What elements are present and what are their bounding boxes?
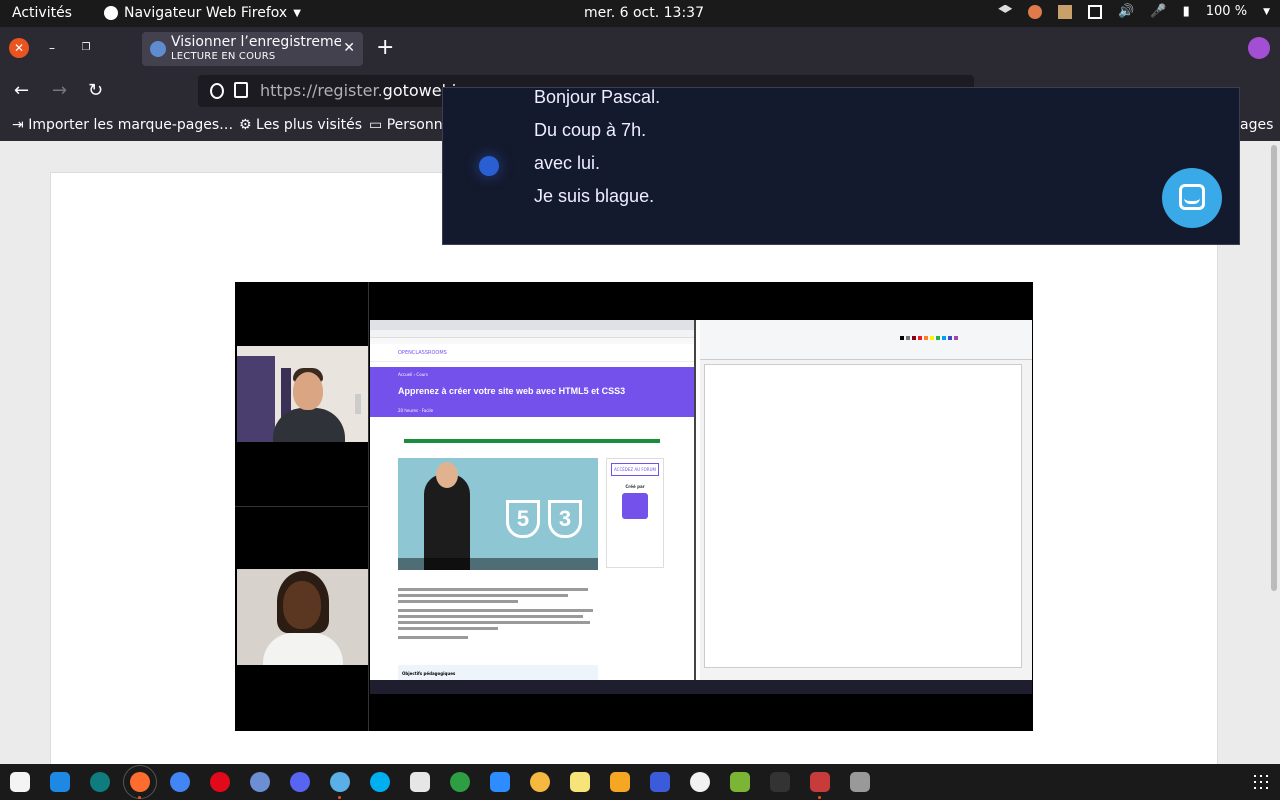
- yed-icon[interactable]: [450, 772, 470, 792]
- shared-screen: OPENCLASSROOMS Accueil › Cours Apprenez …: [370, 320, 1032, 694]
- webcam-attendee: [237, 569, 368, 665]
- speaker-dot-icon: [479, 156, 499, 176]
- battery-icon[interactable]: ▮: [1183, 4, 1190, 19]
- css3-badge: 3: [548, 500, 582, 538]
- close-tab-icon[interactable]: ✕: [343, 40, 355, 56]
- forum-button: ACCÉDEZ AU FORUM: [611, 463, 659, 476]
- paint-ribbon: [700, 320, 1032, 360]
- terminal-icon[interactable]: [770, 772, 790, 792]
- created-by: Créé par: [625, 484, 645, 489]
- scrollbar-thumb[interactable]: [1271, 145, 1277, 591]
- course-sidebar: ACCÉDEZ AU FORUM Créé par: [606, 458, 664, 568]
- bookmark-other[interactable]: ages: [1240, 117, 1273, 133]
- system-top-bar: Activités Navigateur Web Firefox ▼ mer. …: [0, 0, 1280, 27]
- course-progress: [404, 439, 660, 443]
- reload-button[interactable]: ↻: [88, 80, 103, 101]
- bookmark-personal[interactable]: ▭ Personn: [369, 117, 443, 133]
- transcript-line: Je suis blague.: [534, 186, 655, 206]
- tab-title: Visionner l’enregistrement: [171, 34, 341, 50]
- files-icon[interactable]: [10, 772, 30, 792]
- ubuntu-dock: [0, 764, 1280, 800]
- back-button[interactable]: ←: [14, 80, 29, 101]
- dropbox-icon[interactable]: [998, 4, 1013, 13]
- microphone-icon[interactable]: 🎤: [1150, 4, 1166, 19]
- transcript-line: Du coup à 7h.: [534, 120, 647, 140]
- course-hero: Accueil › Cours Apprenez à créer votre s…: [370, 367, 694, 417]
- vscode-icon[interactable]: [50, 772, 70, 792]
- chrome-icon[interactable]: [170, 772, 190, 792]
- html5-badge: 5: [506, 500, 540, 538]
- battery-level: 100 %: [1205, 4, 1248, 19]
- firefox-icon[interactable]: [123, 765, 157, 799]
- transcript-notification: Bonjour Pascal. Du coup à 7h. avec lui. …: [442, 87, 1240, 245]
- shield-icon[interactable]: [210, 83, 224, 99]
- activities-button[interactable]: Activités: [12, 5, 72, 21]
- chevron-down-icon[interactable]: ▼: [1263, 7, 1270, 17]
- page-scrollbar[interactable]: [1268, 141, 1280, 764]
- app-icon[interactable]: [530, 772, 550, 792]
- openclassrooms-logo: [622, 493, 648, 519]
- forward-button[interactable]: →: [52, 80, 67, 101]
- slack-icon[interactable]: [410, 772, 430, 792]
- game-icon[interactable]: [730, 772, 750, 792]
- opera-icon[interactable]: [210, 772, 230, 792]
- notes-icon[interactable]: [570, 772, 590, 792]
- show-apps-icon[interactable]: [1254, 775, 1268, 789]
- course-video: 5 3: [398, 458, 598, 570]
- tab-strip: ✕ – ❐ Visionner l’enregistrement LECTURE…: [0, 27, 1280, 71]
- chat-launcher-button[interactable]: [1162, 168, 1222, 228]
- screenshot-icon[interactable]: [650, 772, 670, 792]
- app-menu[interactable]: Navigateur Web Firefox ▼: [104, 5, 301, 21]
- volume-icon[interactable]: 🔊: [1118, 4, 1134, 19]
- chat-bubble-icon: [1179, 184, 1205, 210]
- url-text[interactable]: https://register.gotowebin: [260, 81, 466, 100]
- tab-subtitle: LECTURE EN COURS: [171, 51, 276, 62]
- course-title: Apprenez à créer votre site web avec HTM…: [398, 386, 626, 396]
- system-tray[interactable]: 🔊 🎤 ▮ 100 % ▼: [998, 4, 1270, 19]
- transcript-line: avec lui.: [534, 153, 601, 173]
- zoom-icon[interactable]: [490, 772, 510, 792]
- private-mask-icon[interactable]: [1248, 37, 1270, 59]
- openclassrooms-nav: OPENCLASSROOMS: [370, 344, 694, 362]
- paint-canvas: [704, 364, 1022, 668]
- paint-window: [700, 320, 1032, 680]
- course-description: [398, 588, 598, 642]
- maximize-window-button[interactable]: ❐: [76, 38, 96, 58]
- calculator-icon[interactable]: [610, 772, 630, 792]
- discord-icon[interactable]: [290, 772, 310, 792]
- network-icon[interactable]: [1088, 4, 1103, 19]
- objectives-box: Objectifs pédagogiques: [398, 665, 598, 681]
- firefox-icon: [104, 6, 118, 20]
- keepassxc-icon[interactable]: [90, 772, 110, 792]
- minimize-window-button[interactable]: –: [42, 38, 62, 58]
- transcript-line: Bonjour Pascal.: [534, 87, 661, 107]
- gotomeeting-icon[interactable]: [330, 772, 350, 792]
- tab-recording[interactable]: Visionner l’enregistrement LECTURE EN CO…: [142, 32, 363, 66]
- gotowebinar-icon: [150, 41, 166, 57]
- clipboard-icon[interactable]: [1058, 4, 1073, 19]
- bookmark-most-visited[interactable]: ⚙ Les plus visités: [239, 117, 362, 133]
- bookmark-import[interactable]: ⇥ Importer les marque-pages…: [12, 117, 233, 133]
- skype-icon[interactable]: [370, 772, 390, 792]
- emoji-icon[interactable]: [690, 772, 710, 792]
- shared-browser-window: OPENCLASSROOMS Accueil › Cours Apprenez …: [370, 320, 696, 681]
- webcam-presenter: [237, 346, 368, 442]
- close-window-button[interactable]: ✕: [9, 38, 29, 58]
- clock[interactable]: mer. 6 oct. 13:37: [584, 5, 704, 21]
- app-name: Navigateur Web Firefox: [124, 5, 288, 21]
- new-tab-button[interactable]: +: [376, 35, 394, 60]
- recording-video[interactable]: OPENCLASSROOMS Accueil › Cours Apprenez …: [235, 282, 1033, 731]
- chevron-down-icon: ▼: [293, 7, 301, 19]
- disk-icon[interactable]: [850, 772, 870, 792]
- lock-icon[interactable]: [234, 82, 248, 98]
- color-picker-icon[interactable]: [1028, 4, 1043, 19]
- recorder-icon[interactable]: [810, 772, 830, 792]
- windows-taskbar: [370, 680, 1032, 694]
- browser-icon[interactable]: [250, 772, 270, 792]
